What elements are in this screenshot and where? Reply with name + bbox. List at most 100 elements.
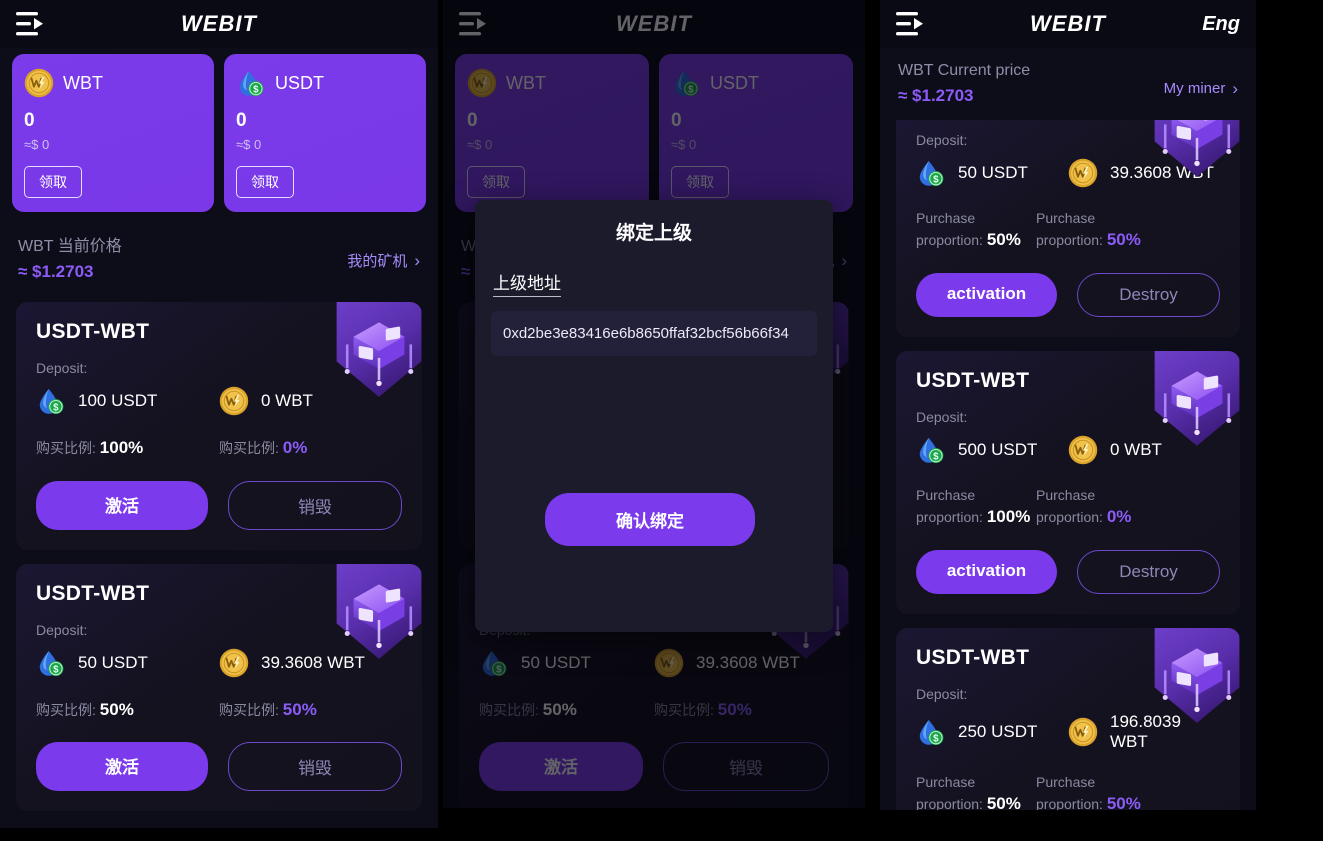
proportion-row: Purchase proportion: 100% Purchase propo… (916, 485, 1220, 530)
proportion-row: Purchase proportion: 50% Purchase propor… (916, 208, 1220, 253)
mining-cube-icon (336, 564, 422, 664)
wbt-coin-icon (1068, 435, 1098, 465)
price-block: WBT Current price ≈ $1.2703 (898, 62, 1030, 106)
proportion-right: Purchase proportion: 50% (1036, 772, 1156, 810)
balance-card-head: USDT (236, 68, 414, 98)
pool-card: Deposit: 50 USDT 39.3608 WBT Purchase pr… (896, 120, 1240, 337)
language-toggle[interactable]: Eng (1202, 13, 1240, 36)
mining-cube-icon (1154, 628, 1240, 728)
card-actions: 激活 销毁 (36, 742, 402, 792)
dialog-title: 绑定上级 (615, 223, 692, 244)
proportion-row: 购买比例: 100% 购买比例: 0% (36, 436, 402, 461)
proportion-left-value: 100% (986, 507, 1031, 527)
activate-button[interactable]: activation (916, 272, 1057, 317)
screenshot-stage: WEBIT WBT 0 ≈$ 0 领取 USDT 0 ≈$ 0 领取 WBT 当… (0, 0, 1323, 841)
superior-address-input[interactable] (491, 311, 817, 356)
destroy-button[interactable]: 销毁 (228, 480, 402, 530)
balance-usd-value: ≈$ 0 (236, 137, 262, 152)
proportion-right-label: Purchase proportion: (1036, 773, 1103, 810)
my-miner-label: My miner (1163, 80, 1226, 97)
activate-button[interactable]: 激活 (36, 480, 208, 530)
card-actions: 激活 销毁 (36, 480, 402, 530)
wbt-coin-icon (219, 648, 249, 678)
destroy-button[interactable]: Destroy (1077, 272, 1220, 317)
balance-amount: 0 (24, 110, 35, 131)
balance-amount: 0 (236, 110, 247, 131)
deposit-usdt-amount: 250 USDT (958, 721, 1038, 741)
proportion-right-value: 50% (1106, 230, 1141, 250)
panel-chinese: WEBIT WBT 0 ≈$ 0 领取 USDT 0 ≈$ 0 领取 WBT 当… (0, 0, 438, 828)
price-block: WBT 当前价格 ≈ $1.2703 (18, 232, 122, 282)
bind-superior-dialog: 绑定上级 上级地址 确认绑定 (475, 200, 833, 632)
panel-bind-superior-dialog: WEBIT WBT 0 ≈$ 0 领取 USDT (443, 0, 865, 808)
balance-card-wbt[interactable]: WBT 0 ≈$ 0 领取 (12, 54, 214, 212)
mining-cube-icon (336, 302, 422, 402)
menu-arrow-icon[interactable] (16, 11, 46, 37)
pool-card: USDT-WBT Deposit: 50 USDT 39.3608 WBT 购买… (16, 563, 422, 812)
pool-card: USDT-WBT Deposit: 250 USDT 196.8039 WBT … (896, 627, 1240, 810)
deposit-usdt: 500 USDT (916, 435, 1068, 465)
balance-coin-name: WBT (63, 72, 103, 93)
proportion-row: Purchase proportion: 50% Purchase propor… (916, 772, 1220, 810)
activate-button[interactable]: activation (916, 549, 1057, 594)
proportion-right-value: 50% (282, 699, 317, 719)
card-actions: activation Destroy (916, 272, 1220, 317)
proportion-left-label: Purchase proportion: (916, 486, 983, 526)
usdt-coin-icon (916, 435, 946, 465)
mining-cube-icon (1154, 120, 1240, 182)
my-miner-link[interactable]: My miner › (1164, 80, 1238, 97)
deposit-wbt-amount: 0 WBT (261, 391, 313, 410)
proportion-right-label: Purchase proportion: (1036, 486, 1103, 526)
claim-button-wbt[interactable]: 领取 (24, 166, 82, 198)
price-label: WBT 当前价格 (18, 238, 122, 255)
deposit-usdt: 250 USDT (916, 712, 1068, 752)
usdt-coin-icon (36, 648, 66, 678)
my-miner-link[interactable]: 我的矿机 › (347, 250, 420, 271)
app-header-en: WEBIT Eng (880, 0, 1256, 48)
proportion-left-label: Purchase proportion: (916, 210, 983, 249)
proportion-left-label: 购买比例: (36, 440, 96, 456)
proportion-right: 购买比例: 0% (219, 436, 402, 461)
proportion-right-label: 购买比例: (219, 440, 279, 456)
proportion-left: Purchase proportion: 100% (916, 485, 1036, 530)
deposit-usdt-amount: 500 USDT (958, 439, 1038, 459)
app-brand-title: WEBIT (181, 11, 257, 36)
pool-card: USDT-WBT Deposit: 500 USDT 0 WBT Purchas… (896, 350, 1240, 614)
panel-english: WEBIT Eng WBT Current price ≈ $1.2703 My… (880, 0, 1256, 810)
price-strip-en: WBT Current price ≈ $1.2703 My miner › (880, 48, 1256, 116)
proportion-left: Purchase proportion: 50% (916, 208, 1036, 253)
deposit-usdt: 50 USDT (916, 158, 1068, 188)
claim-button-usdt[interactable]: 领取 (236, 166, 294, 198)
proportion-left-value: 50% (986, 794, 1021, 810)
proportion-right-value: 50% (1106, 794, 1141, 810)
pool-card: USDT-WBT Deposit: 100 USDT 0 WBT 购买比例: (16, 302, 422, 550)
proportion-left: 购买比例: 100% (36, 436, 219, 461)
confirm-bind-button[interactable]: 确认绑定 (545, 493, 755, 546)
wbt-coin-icon (1068, 717, 1098, 747)
menu-arrow-icon[interactable] (896, 11, 926, 37)
balance-coin-name: USDT (275, 72, 324, 93)
proportion-right: 购买比例: 50% (219, 698, 402, 723)
usdt-coin-icon (236, 68, 266, 98)
proportion-left-label: 购买比例: (36, 701, 96, 718)
balance-usd-value: ≈$ 0 (24, 137, 50, 152)
balance-card-usdt[interactable]: USDT 0 ≈$ 0 领取 (224, 54, 426, 212)
wbt-coin-icon (24, 68, 54, 98)
deposit-usdt-amount: 50 USDT (78, 652, 148, 672)
chevron-right-icon: › (1232, 79, 1238, 98)
proportion-left: 购买比例: 50% (36, 698, 219, 723)
proportion-row: 购买比例: 50% 购买比例: 50% (36, 698, 402, 723)
proportion-right-value: 0% (1106, 507, 1132, 527)
app-brand-title: WEBIT (1030, 11, 1106, 36)
destroy-button[interactable]: Destroy (1077, 549, 1220, 594)
activate-button[interactable]: 激活 (36, 742, 208, 792)
chevron-right-icon: › (414, 251, 420, 270)
balance-card-head: WBT (24, 68, 202, 98)
proportion-left-label: Purchase proportion: (916, 773, 983, 810)
deposit-usdt-amount: 100 USDT (78, 391, 158, 410)
app-header-zh: WEBIT (0, 0, 438, 48)
destroy-button[interactable]: 销毁 (228, 742, 402, 792)
proportion-left-value: 100% (99, 438, 144, 457)
deposit-usdt: 100 USDT (36, 386, 219, 416)
price-value: ≈ $1.2703 (18, 262, 94, 281)
